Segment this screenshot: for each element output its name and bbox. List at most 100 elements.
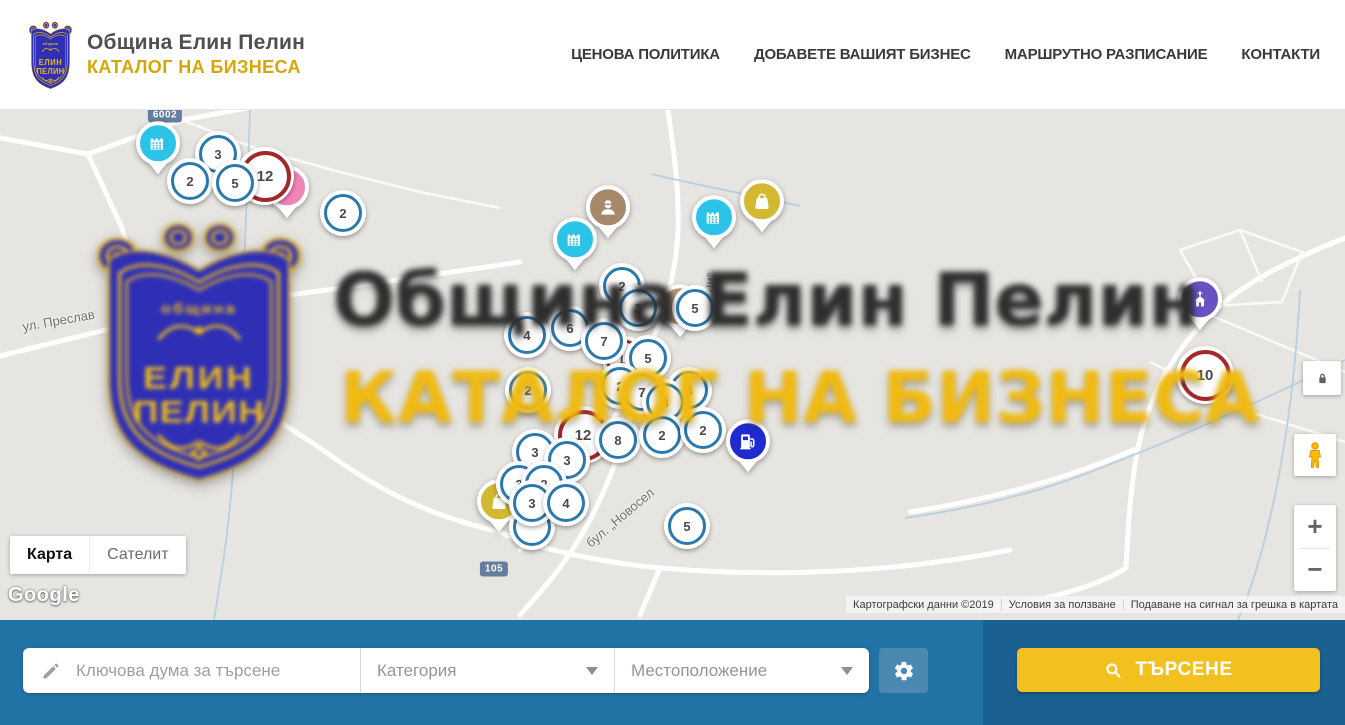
map-pin-bag[interactable]	[740, 179, 784, 232]
svg-text:община: община	[42, 42, 59, 46]
nav-item-contacts[interactable]: КОНТАКТИ	[1241, 46, 1320, 63]
google-logo[interactable]: Google	[8, 584, 80, 607]
cluster-count: 2	[699, 423, 706, 438]
cluster-count: 2	[658, 428, 665, 443]
map-cluster-marker[interactable]: 4	[543, 480, 589, 526]
advanced-settings-button[interactable]	[879, 648, 928, 693]
map-cluster-marker[interactable]: 7	[581, 318, 627, 364]
pin-tail	[705, 237, 723, 248]
map-canvas[interactable]: 3122522356413752748212822333834510 60021…	[0, 110, 1345, 620]
pin-tail	[599, 227, 617, 238]
map-pin-church[interactable]	[1178, 277, 1222, 330]
cluster-count: 5	[231, 176, 238, 191]
attribution-report-error-link[interactable]: Подаване на сигнал за грешка в картата	[1123, 599, 1345, 611]
nav-item-pricing[interactable]: ЦЕНОВА ПОЛИТИКА	[571, 46, 720, 63]
map-markers-layer: 3122522356413752748212822333834510	[0, 110, 1345, 620]
building-icon	[147, 132, 169, 154]
cluster-count: 2	[524, 383, 531, 398]
map-type-map-button[interactable]: Карта	[10, 536, 89, 574]
search-button-label: ТЪРСЕНЕ	[1135, 659, 1232, 681]
building-icon	[703, 206, 725, 228]
gear-icon	[893, 660, 915, 682]
zoom-in-button[interactable]: +	[1294, 505, 1336, 548]
cluster-count: 4	[523, 328, 530, 343]
map-cluster-marker[interactable]: 5	[664, 503, 710, 549]
cluster-count: 3	[214, 147, 221, 162]
category-select-value: Категория	[377, 661, 456, 681]
cluster-count: 3	[634, 301, 641, 316]
building-icon	[564, 228, 586, 250]
cluster-count: 12	[257, 168, 274, 185]
map-pin-fuel[interactable]	[726, 419, 770, 472]
site-subtitle: КАТАЛОГ НА БИЗНЕСА	[87, 57, 305, 78]
search-panel: Категория Местоположение ТЪРСЕНЕ	[0, 620, 1345, 725]
keyword-field	[23, 648, 360, 693]
map-cluster-marker[interactable]: 5	[212, 160, 258, 206]
pin-tail	[566, 259, 584, 270]
worker-icon	[597, 196, 619, 218]
main-nav: ЦЕНОВА ПОЛИТИКА ДОБАВЕТЕ ВАШИЯТ БИЗНЕС М…	[571, 46, 1320, 63]
map-cluster-marker[interactable]: 3	[615, 285, 661, 331]
location-select-value: Местоположение	[631, 661, 767, 681]
cluster-count: 8	[661, 395, 668, 410]
municipality-crest-icon: община ЕЛИН ПЕЛИН	[27, 18, 74, 92]
cluster-count: 5	[683, 519, 690, 534]
page: община ЕЛИН ПЕЛИН Община Елин Пелин КАТА…	[0, 0, 1345, 725]
fullscreen-lock-button[interactable]	[1303, 361, 1341, 395]
nav-item-add-business[interactable]: ДОБАВЕТЕ ВАШИЯТ БИЗНЕС	[754, 46, 971, 63]
map-attribution: Картографски данни ©2019 Условия за полз…	[846, 596, 1345, 613]
map-cluster-marker[interactable]: 2	[505, 367, 551, 413]
map-cluster-marker[interactable]: 5	[672, 285, 718, 331]
cluster-count: 2	[186, 174, 193, 189]
svg-text:ЕЛИН: ЕЛИН	[39, 57, 63, 66]
map-type-control: Карта Сателит	[10, 536, 186, 574]
pin-tail	[1191, 319, 1209, 330]
map-cluster-marker[interactable]: 10	[1176, 346, 1234, 404]
cluster-count: 7	[600, 334, 607, 349]
attribution-terms-link[interactable]: Условия за ползване	[1001, 599, 1123, 611]
cluster-count: 5	[691, 301, 698, 316]
map-pin-building[interactable]	[136, 121, 180, 174]
keyword-search-input[interactable]	[74, 660, 360, 682]
search-icon	[1104, 661, 1123, 680]
site-logo-link[interactable]: община ЕЛИН ПЕЛИН Община Елин Пелин КАТА…	[27, 18, 305, 92]
pin-tail	[149, 163, 167, 174]
map-cluster-marker[interactable]: 8	[595, 417, 641, 463]
chevron-down-icon	[841, 667, 853, 681]
bag-icon	[751, 190, 773, 212]
pin-tail	[278, 207, 296, 218]
svg-text:ПЕЛИН: ПЕЛИН	[36, 66, 64, 75]
pin-tail	[753, 221, 771, 232]
pencil-icon	[41, 661, 61, 681]
category-select[interactable]: Категория	[360, 648, 614, 693]
brand-text: Община Елин Пелин КАТАЛОГ НА БИЗНЕСА	[87, 31, 305, 78]
zoom-control: + −	[1294, 505, 1336, 591]
church-icon	[1189, 288, 1211, 310]
pin-tail	[739, 461, 757, 472]
chevron-down-icon	[586, 667, 598, 681]
location-select[interactable]: Местоположение	[614, 648, 869, 693]
lock-icon	[1314, 370, 1331, 387]
pegman-icon	[1302, 440, 1328, 470]
map-cluster-marker[interactable]: 4	[504, 312, 550, 358]
cluster-count: 3	[528, 496, 535, 511]
street-view-pegman-button[interactable]	[1294, 434, 1336, 476]
map-cluster-marker[interactable]: 2	[639, 412, 685, 458]
cluster-count: 10	[1197, 367, 1214, 384]
search-fields: Категория Местоположение	[23, 648, 869, 693]
cluster-count: 3	[563, 453, 570, 468]
zoom-out-button[interactable]: −	[1294, 549, 1336, 592]
cluster-count: 2	[339, 206, 346, 221]
map-pin-building[interactable]	[553, 217, 597, 270]
nav-item-route-schedule[interactable]: МАРШРУТНО РАЗПИСАНИЕ	[1005, 46, 1208, 63]
cluster-count: 5	[644, 351, 651, 366]
map-pin-building[interactable]	[692, 195, 736, 248]
header: община ЕЛИН ПЕЛИН Община Елин Пелин КАТА…	[0, 0, 1345, 110]
cluster-count: 8	[614, 433, 621, 448]
attribution-copyright: Картографски данни ©2019	[846, 599, 1001, 611]
map-type-satellite-button[interactable]: Сателит	[89, 536, 185, 574]
map-cluster-marker[interactable]: 2	[320, 190, 366, 236]
map-cluster-marker[interactable]: 2	[680, 407, 726, 453]
cluster-count: 4	[562, 496, 569, 511]
search-button[interactable]: ТЪРСЕНЕ	[1017, 648, 1320, 692]
